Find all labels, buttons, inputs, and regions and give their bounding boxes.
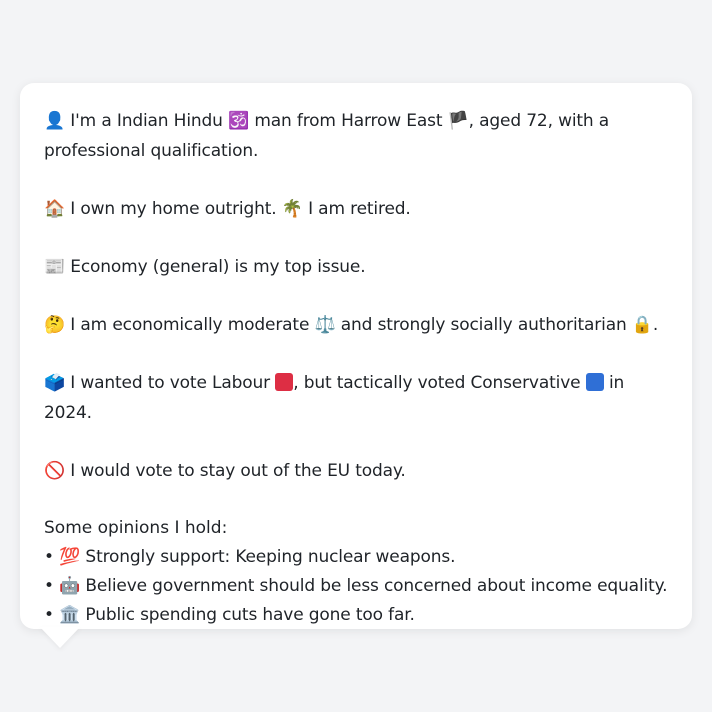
- intro-paragraph: 👤 I'm a Indian Hindu 🕉️ man from Harrow …: [44, 106, 668, 166]
- housing-paragraph: 🏠 I own my home outright. 🌴 I am retired…: [44, 194, 668, 224]
- list-item: • 🏛️ Public spending cuts have gone too …: [44, 601, 668, 630]
- om-icon: 🕉️: [228, 111, 250, 131]
- balance-scale-icon: ⚖️: [314, 315, 336, 335]
- conservative-blue-square-icon: [585, 373, 604, 391]
- person-icon: 👤: [44, 111, 66, 131]
- speech-bubble-tail: [40, 627, 80, 648]
- robot-icon: 🤖: [59, 576, 81, 596]
- issue-paragraph: 📰 Economy (general) is my top issue.: [44, 252, 668, 282]
- vote-text-1: I wanted to vote Labour: [70, 373, 270, 393]
- vote-text-2: , but tactically voted Conservative: [293, 373, 581, 393]
- palm-tree-icon: 🌴: [281, 199, 303, 219]
- house-icon: 🏠: [44, 199, 66, 219]
- intro-text-1: I'm a Indian Hindu: [70, 111, 223, 131]
- bullet: •: [44, 605, 54, 625]
- housing-text-2: I am retired.: [308, 199, 411, 219]
- bullet: •: [44, 576, 54, 596]
- england-flag-icon: 🏴: [447, 111, 469, 131]
- hundred-points-icon: 💯: [59, 547, 81, 567]
- ideology-text-2: and strongly socially authoritarian: [340, 315, 627, 335]
- newspaper-icon: 📰: [44, 257, 66, 277]
- opinion-text: Public spending cuts have gone too far.: [85, 605, 415, 625]
- opinion-text: Strongly support: Keeping nuclear weapon…: [85, 547, 456, 567]
- bullet: •: [44, 547, 54, 567]
- list-item: • 💯 Strongly support: Keeping nuclear we…: [44, 543, 668, 572]
- housing-text-1: I own my home outright.: [70, 199, 277, 219]
- prohibited-icon: 🚫: [44, 461, 66, 481]
- thinking-face-icon: 🤔: [44, 315, 66, 335]
- opinions-list: • 💯 Strongly support: Keeping nuclear we…: [44, 543, 668, 630]
- profile-card: 👤 I'm a Indian Hindu 🕉️ man from Harrow …: [20, 83, 692, 629]
- opinions-heading: Some opinions I hold:: [44, 518, 228, 538]
- labour-red-square-icon: [275, 373, 294, 391]
- vote-paragraph: 🗳️ I wanted to vote Labour , but tactica…: [44, 368, 668, 428]
- eu-text: I would vote to stay out of the EU today…: [70, 461, 406, 481]
- issue-text: Economy (general) is my top issue.: [70, 257, 366, 277]
- ideology-text-1: I am economically moderate: [70, 315, 310, 335]
- ideology-paragraph: 🤔 I am economically moderate ⚖️ and stro…: [44, 310, 668, 340]
- opinion-text: Believe government should be less concer…: [85, 576, 668, 596]
- intro-text-2: man from Harrow East: [254, 111, 443, 131]
- eu-paragraph: 🚫 I would vote to stay out of the EU tod…: [44, 456, 668, 486]
- lock-icon: 🔒: [631, 315, 653, 335]
- ideology-text-3: .: [652, 315, 659, 335]
- ballot-box-icon: 🗳️: [44, 373, 66, 393]
- list-item: • 🤖 Believe government should be less co…: [44, 572, 668, 601]
- classical-building-icon: 🏛️: [59, 605, 81, 625]
